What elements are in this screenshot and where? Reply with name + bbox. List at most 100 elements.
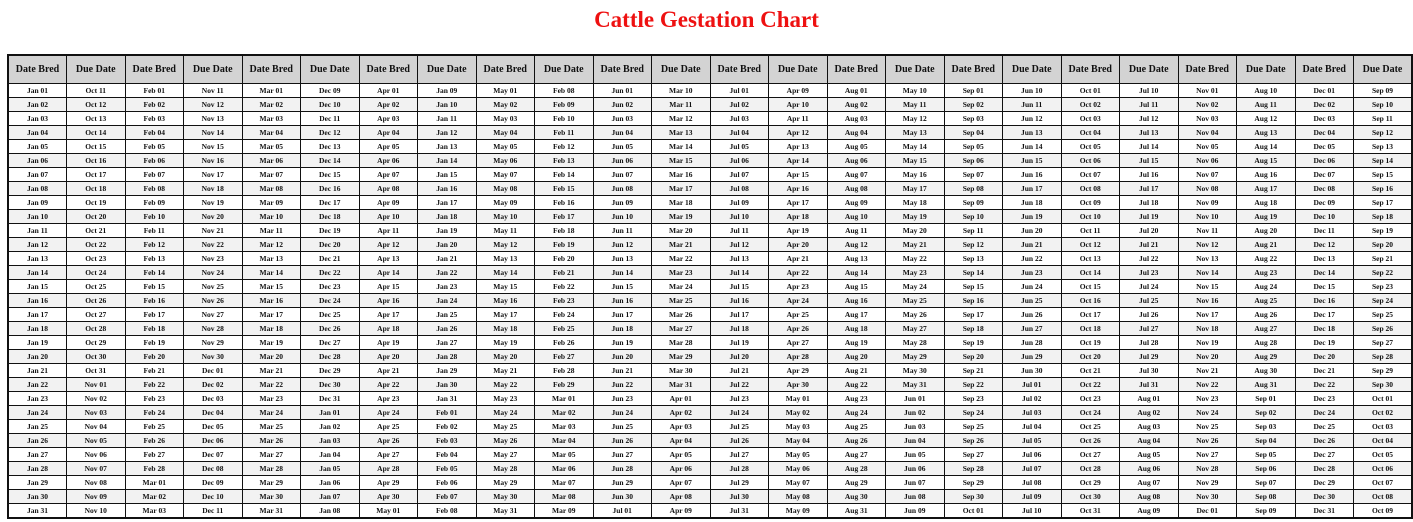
due-date-cell: Jan 12 bbox=[417, 125, 477, 140]
due-date-cell: Aug 05 bbox=[1119, 447, 1179, 462]
due-date-cell: Oct 01 bbox=[1353, 391, 1413, 406]
due-date-cell: Dec 13 bbox=[300, 139, 360, 154]
due-date-cell: Sep 18 bbox=[1353, 209, 1413, 224]
date-bred-cell: Dec 13 bbox=[1294, 251, 1354, 266]
due-date-cell: Oct 27 bbox=[66, 307, 126, 322]
table-row: Jan 08 Oct 18 Feb 08 Nov 18 Mar 08 Dec 16 Apr … bbox=[7, 181, 1413, 196]
column-header-date-bred: Date Bred bbox=[241, 54, 301, 84]
table-row: Jan 26 Nov 05 Feb 26 Dec 06 Mar 26 Jan 03 Apr … bbox=[7, 433, 1413, 448]
due-date-cell: Dec 12 bbox=[300, 125, 360, 140]
date-bred-cell: Jan 19 bbox=[7, 335, 67, 350]
due-date-cell: Jan 26 bbox=[417, 321, 477, 336]
due-date-cell: Dec 21 bbox=[300, 251, 360, 266]
date-bred-cell: Jun 02 bbox=[592, 97, 652, 112]
date-bred-cell: May 30 bbox=[475, 489, 535, 504]
date-bred-cell: Sep 15 bbox=[943, 279, 1003, 294]
due-date-cell: Jun 12 bbox=[1002, 111, 1062, 126]
due-date-cell: Nov 11 bbox=[183, 83, 243, 98]
date-bred-cell: Nov 26 bbox=[1177, 433, 1237, 448]
date-bred-cell: Nov 12 bbox=[1177, 237, 1237, 252]
due-date-cell: Feb 09 bbox=[534, 97, 594, 112]
due-date-cell: Dec 25 bbox=[300, 307, 360, 322]
date-bred-cell: Aug 06 bbox=[826, 153, 886, 168]
date-bred-cell: Mar 18 bbox=[241, 321, 301, 336]
due-date-cell: Jan 10 bbox=[417, 97, 477, 112]
due-date-cell: Jan 30 bbox=[417, 377, 477, 392]
due-date-cell: Nov 12 bbox=[183, 97, 243, 112]
date-bred-cell: Mar 15 bbox=[241, 279, 301, 294]
due-date-cell: Apr 20 bbox=[768, 237, 828, 252]
due-date-cell: Oct 18 bbox=[66, 181, 126, 196]
column-header-due-date: Due Date bbox=[534, 54, 594, 84]
due-date-cell: Nov 05 bbox=[66, 433, 126, 448]
due-date-cell: Sep 20 bbox=[1353, 237, 1413, 252]
table-row: Jan 07 Oct 17 Feb 07 Nov 17 Mar 07 Dec 15 Apr … bbox=[7, 167, 1413, 182]
due-date-cell: Sep 12 bbox=[1353, 125, 1413, 140]
date-bred-cell: Aug 16 bbox=[826, 293, 886, 308]
due-date-cell: Jul 01 bbox=[1002, 377, 1062, 392]
due-date-cell: Mar 28 bbox=[651, 335, 711, 350]
due-date-cell: Jan 21 bbox=[417, 251, 477, 266]
date-bred-cell: May 24 bbox=[475, 405, 535, 420]
due-date-cell: Mar 02 bbox=[534, 405, 594, 420]
due-date-cell: Sep 04 bbox=[1236, 433, 1296, 448]
date-bred-cell: Sep 08 bbox=[943, 181, 1003, 196]
due-date-cell: Nov 08 bbox=[66, 475, 126, 490]
date-bred-cell: Jan 09 bbox=[7, 195, 67, 210]
date-bred-cell: Aug 28 bbox=[826, 461, 886, 476]
column-header-due-date: Due Date bbox=[66, 54, 126, 84]
due-date-cell: Jul 18 bbox=[1119, 195, 1179, 210]
date-bred-cell: Apr 05 bbox=[358, 139, 418, 154]
date-bred-cell: Jul 06 bbox=[709, 153, 769, 168]
date-bred-cell: Mar 21 bbox=[241, 363, 301, 378]
date-bred-cell: Feb 07 bbox=[124, 167, 184, 182]
due-date-cell: Sep 03 bbox=[1236, 419, 1296, 434]
date-bred-cell: Oct 31 bbox=[1060, 503, 1120, 519]
due-date-cell: Feb 17 bbox=[534, 209, 594, 224]
due-date-cell: Feb 06 bbox=[417, 475, 477, 490]
date-bred-cell: Jun 09 bbox=[592, 195, 652, 210]
date-bred-cell: Aug 30 bbox=[826, 489, 886, 504]
due-date-cell: Aug 14 bbox=[1236, 139, 1296, 154]
date-bred-cell: May 17 bbox=[475, 307, 535, 322]
date-bred-cell: Feb 02 bbox=[124, 97, 184, 112]
due-date-cell: Jan 28 bbox=[417, 349, 477, 364]
date-bred-cell: Mar 07 bbox=[241, 167, 301, 182]
due-date-cell: Jul 31 bbox=[1119, 377, 1179, 392]
date-bred-cell: May 11 bbox=[475, 223, 535, 238]
due-date-cell: Feb 10 bbox=[534, 111, 594, 126]
date-bred-cell: Feb 21 bbox=[124, 363, 184, 378]
due-date-cell: Nov 23 bbox=[183, 251, 243, 266]
date-bred-cell: Jan 06 bbox=[7, 153, 67, 168]
date-bred-cell: Feb 09 bbox=[124, 195, 184, 210]
due-date-cell: Jan 31 bbox=[417, 391, 477, 406]
header-row: Date Bred Due Date Date Bred Due Date Date B… bbox=[7, 54, 1413, 84]
table-row: Jan 20 Oct 30 Feb 20 Nov 30 Mar 20 Dec 28 Apr … bbox=[7, 349, 1413, 364]
due-date-cell: Feb 23 bbox=[534, 293, 594, 308]
date-bred-cell: Mar 14 bbox=[241, 265, 301, 280]
column-header-date-bred: Date Bred bbox=[124, 54, 184, 84]
date-bred-cell: May 31 bbox=[475, 503, 535, 519]
date-bred-cell: Dec 12 bbox=[1294, 237, 1354, 252]
due-date-cell: Jul 11 bbox=[1119, 97, 1179, 112]
due-date-cell: Jul 14 bbox=[1119, 139, 1179, 154]
due-date-cell: Nov 19 bbox=[183, 195, 243, 210]
date-bred-cell: May 15 bbox=[475, 279, 535, 294]
date-bred-cell: Jun 29 bbox=[592, 475, 652, 490]
date-bred-cell: May 18 bbox=[475, 321, 535, 336]
date-bred-cell: Jan 30 bbox=[7, 489, 67, 504]
date-bred-cell: Oct 17 bbox=[1060, 307, 1120, 322]
due-date-cell: Nov 29 bbox=[183, 335, 243, 350]
due-date-cell: Dec 07 bbox=[183, 447, 243, 462]
date-bred-cell: Sep 07 bbox=[943, 167, 1003, 182]
date-bred-cell: Aug 22 bbox=[826, 377, 886, 392]
date-bred-cell: Jul 25 bbox=[709, 419, 769, 434]
due-date-cell: Aug 03 bbox=[1119, 419, 1179, 434]
due-date-cell: Jun 28 bbox=[1002, 335, 1062, 350]
date-bred-cell: Jan 18 bbox=[7, 321, 67, 336]
column-header-due-date: Due Date bbox=[1119, 54, 1179, 84]
date-bred-cell: Feb 22 bbox=[124, 377, 184, 392]
date-bred-cell: May 07 bbox=[475, 167, 535, 182]
date-bred-cell: Nov 14 bbox=[1177, 265, 1237, 280]
column-header-date-bred: Date Bred bbox=[1060, 54, 1120, 84]
